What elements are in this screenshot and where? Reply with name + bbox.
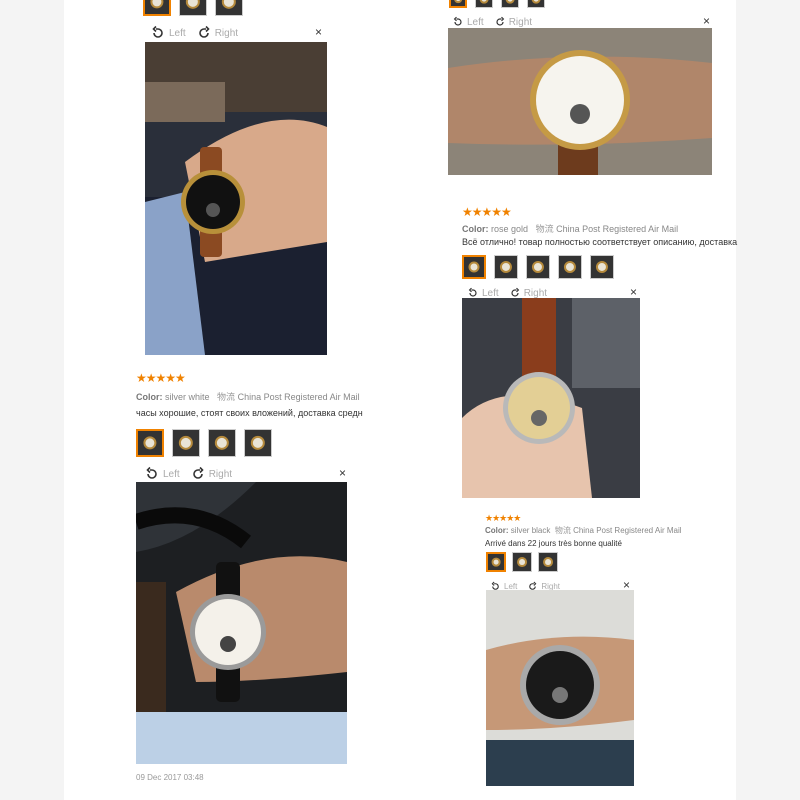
color-value: rose gold <box>491 224 529 234</box>
photo-thumbnail[interactable] <box>526 255 550 279</box>
photo-thumbnail[interactable] <box>208 429 236 457</box>
review-photo <box>448 28 712 175</box>
review-photo <box>486 590 634 786</box>
rating-stars: ★★★★★ <box>485 513 521 523</box>
close-icon[interactable]: × <box>315 25 322 39</box>
rotate-right-icon <box>198 25 210 38</box>
photo-thumbnail[interactable] <box>172 429 200 457</box>
rotate-left-label: Left <box>467 16 484 28</box>
review-meta: Color: silver black 物流 China Post Regist… <box>485 525 682 536</box>
photo-thumbnails <box>449 0 545 8</box>
photo-thumbnails <box>486 552 558 572</box>
shipping-label: 物流 <box>554 526 571 535</box>
photo-thumbnail[interactable] <box>143 0 171 16</box>
photo-thumbnail[interactable] <box>179 0 207 16</box>
review-text: Всё отлично! товар полностью соответству… <box>462 237 738 247</box>
review-text: Arrivé dans 22 jours très bonne qualité <box>485 539 622 548</box>
color-label: Color: <box>462 224 489 234</box>
review-text: часы хорошие, стоят своих вложений, дост… <box>136 408 363 418</box>
photo-thumbnail[interactable] <box>512 552 532 572</box>
review-photo <box>136 482 347 764</box>
rotate-right-button[interactable]: Right <box>494 16 532 28</box>
shipping-value: China Post Registered Air Mail <box>556 224 679 234</box>
photo-toolbar: Left Right × <box>150 24 322 42</box>
photo-thumbnail[interactable] <box>527 0 545 8</box>
rotate-left-label: Left <box>163 468 180 480</box>
rotate-right-icon <box>192 466 204 479</box>
left-margin <box>0 0 64 800</box>
color-label: Color: <box>136 392 163 402</box>
color-value: silver black <box>510 526 551 535</box>
photo-thumbnail[interactable] <box>501 0 519 8</box>
rotate-right-label: Right <box>214 27 239 39</box>
photo-thumbnail[interactable] <box>558 255 582 279</box>
photo-thumbnail[interactable] <box>475 0 493 8</box>
rating-stars: ★★★★★ <box>462 205 512 219</box>
photo-thumbnail[interactable] <box>449 0 467 8</box>
rating-stars: ★★★★★ <box>136 371 186 385</box>
shipping-label: 物流 <box>535 224 554 234</box>
review-meta: Color: silver white 物流 China Post Regist… <box>136 390 360 403</box>
photo-thumbnail[interactable] <box>462 255 486 279</box>
rotate-left-button[interactable]: Left <box>452 16 484 28</box>
rotate-right-label: Right <box>523 287 548 299</box>
right-margin <box>736 0 800 800</box>
shipping-value: China Post Registered Air Mail <box>237 392 360 402</box>
rotate-right-label: Right <box>508 16 533 28</box>
rotate-right-button[interactable]: Right <box>190 466 232 482</box>
photo-thumbnail[interactable] <box>244 429 272 457</box>
photo-thumbnail[interactable] <box>590 255 614 279</box>
review-meta: Color: rose gold 物流 China Post Registere… <box>462 222 678 235</box>
review-photo <box>145 42 327 355</box>
rotate-right-icon <box>496 16 504 26</box>
photo-toolbar: Left Right × <box>144 465 346 483</box>
photo-thumbnails <box>143 0 243 16</box>
photo-thumbnail[interactable] <box>494 255 518 279</box>
shipping-label: 物流 <box>217 392 236 402</box>
photo-thumbnail[interactable] <box>538 552 558 572</box>
color-label: Color: <box>485 526 509 535</box>
photo-thumbnails <box>462 255 614 279</box>
rotate-left-icon <box>453 16 462 26</box>
photo-thumbnails <box>136 429 272 457</box>
shipping-value: China Post Registered Air Mail <box>573 526 682 535</box>
rotate-left-icon <box>146 466 157 479</box>
close-icon[interactable]: × <box>703 14 710 28</box>
close-icon[interactable]: × <box>339 466 346 480</box>
color-value: silver white <box>165 392 210 402</box>
photo-thumbnail[interactable] <box>215 0 243 16</box>
rotate-left-icon <box>152 25 163 38</box>
rotate-left-button[interactable]: Left <box>144 466 180 482</box>
rotate-left-label: Left <box>169 27 186 39</box>
review-date: 09 Dec 2017 03:48 <box>136 773 204 782</box>
close-icon[interactable]: × <box>630 285 637 299</box>
review-photo <box>462 298 640 498</box>
photo-thumbnail[interactable] <box>136 429 164 457</box>
rotate-left-button[interactable]: Left <box>150 25 186 41</box>
rotate-right-label: Right <box>208 468 233 480</box>
photo-thumbnail[interactable] <box>486 552 506 572</box>
rotate-right-button[interactable]: Right <box>196 25 238 41</box>
rotate-left-label: Left <box>482 287 499 299</box>
